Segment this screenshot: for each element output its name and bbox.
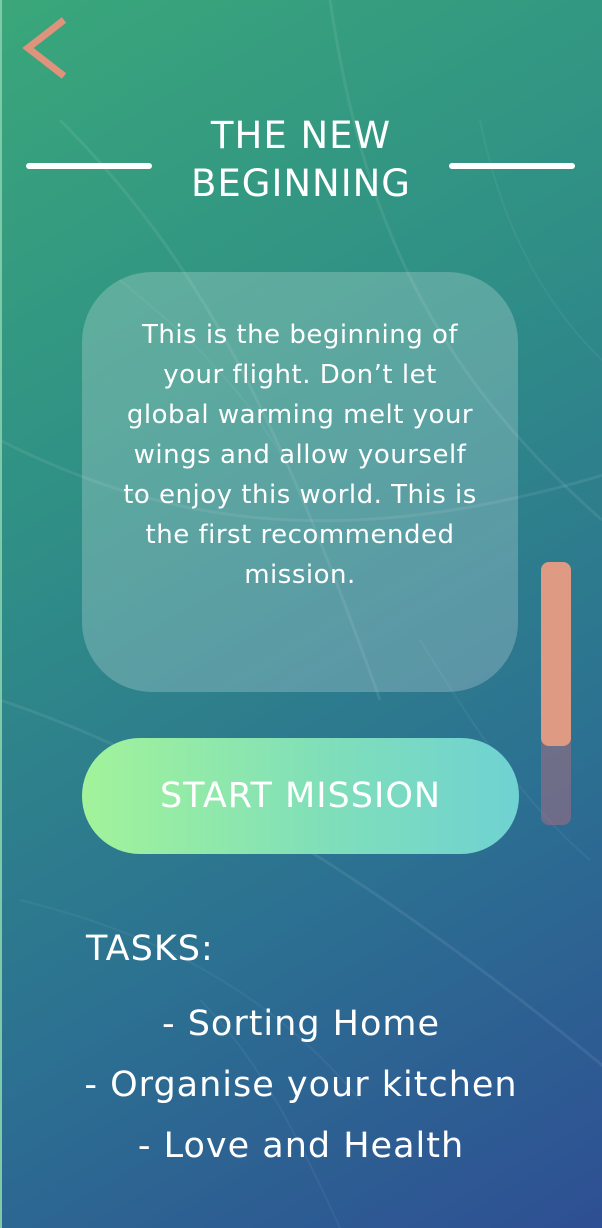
- task-item: - Organise your kitchen: [84, 1065, 518, 1105]
- mission-description-text: This is the beginning of your flight. Do…: [123, 320, 477, 590]
- chevron-left-icon: [22, 17, 67, 79]
- title-divider-right: [449, 163, 575, 169]
- back-button[interactable]: [14, 14, 76, 84]
- title-line-2: BEGINNING: [191, 162, 411, 205]
- tasks-heading: TASKS:: [86, 929, 214, 969]
- scrollbar-thumb[interactable]: [541, 562, 571, 746]
- task-list: - Sorting Home - Organise your kitchen -…: [0, 994, 602, 1177]
- scrollbar[interactable]: [541, 562, 571, 825]
- task-item: - Love and Health: [137, 1126, 465, 1166]
- title-divider-left: [26, 163, 152, 169]
- start-mission-button[interactable]: START MISSION: [82, 738, 519, 854]
- page-header: THE NEW BEGINNING: [0, 112, 602, 208]
- title-line-1: THE NEW: [210, 114, 392, 157]
- page-title: THE NEW BEGINNING: [150, 112, 452, 208]
- task-item: - Sorting Home: [161, 1004, 441, 1044]
- mission-description-card: This is the beginning of your flight. Do…: [82, 272, 518, 692]
